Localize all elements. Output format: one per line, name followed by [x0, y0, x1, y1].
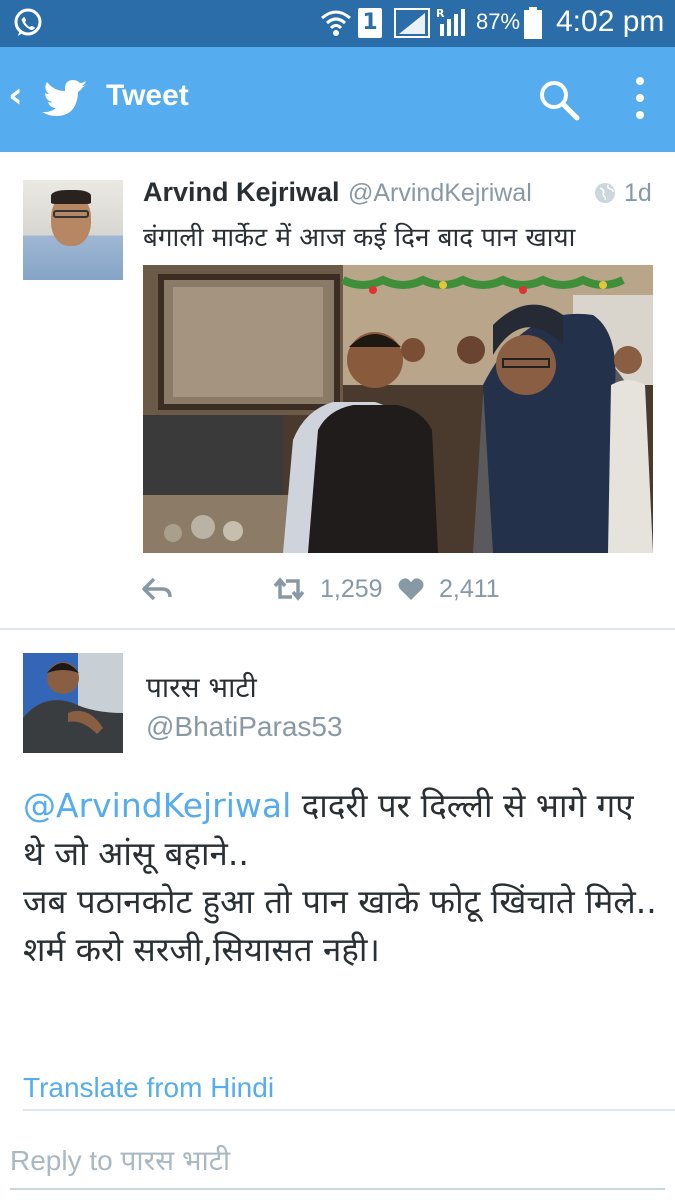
clock: 4:02 pm — [556, 5, 665, 38]
wifi-icon — [321, 10, 351, 36]
whatsapp-icon — [14, 8, 42, 36]
like-count: 2,411 — [439, 575, 500, 603]
translate-link[interactable]: Translate from Hindi — [23, 1072, 274, 1104]
tweet-author-handle[interactable]: @ArvindKejriwal — [348, 179, 532, 208]
tweet-timestamp: 1d — [624, 179, 652, 207]
app-bar: ‹ Tweet — [0, 47, 675, 152]
reply-underline — [10, 1188, 665, 1190]
globe-icon — [595, 183, 615, 203]
reply-line-2: जब पठानकोट हुआ तो पान खाके फोटू खिंचाते … — [23, 882, 657, 921]
retweet-icon[interactable] — [272, 577, 306, 601]
back-button[interactable]: ‹ — [8, 75, 23, 116]
tweet-photo[interactable] — [143, 265, 653, 553]
retweet-count: 1,259 — [320, 575, 383, 603]
tweet-author-name[interactable]: Arvind Kejriwal — [143, 177, 340, 208]
battery-percent: 87% — [476, 9, 521, 34]
twitter-bird-icon[interactable] — [42, 79, 90, 119]
reply-author-handle[interactable]: @BhatiParas53 — [146, 711, 343, 743]
search-icon[interactable] — [538, 79, 580, 121]
status-bar: 1 R 87% 4:02 pm — [0, 0, 675, 47]
signal-icon — [394, 8, 430, 38]
reply-author-name[interactable]: पारस भाटी — [146, 668, 257, 706]
avatar[interactable] — [23, 180, 123, 280]
svg-text:R: R — [436, 7, 445, 20]
mention-link[interactable]: @ArvindKejriwal — [23, 786, 291, 825]
reply-tweet-text: @ArvindKejriwal दादरी पर दिल्ली से भागे … — [23, 782, 663, 974]
divider — [0, 628, 675, 630]
battery-icon — [524, 7, 542, 39]
sim-icon: 1 — [358, 8, 382, 38]
reply-placeholder: Reply to पारस भाटी — [10, 1145, 231, 1176]
page-title: Tweet — [106, 79, 189, 112]
reply-line-3: शर्म करो सरजी,सियासत नही। — [23, 930, 380, 969]
like-icon[interactable] — [398, 577, 424, 601]
reply-input[interactable]: Reply to पारस भाटी — [0, 1133, 675, 1190]
reply-icon[interactable] — [142, 577, 172, 601]
overflow-menu-icon[interactable] — [630, 77, 650, 125]
divider — [23, 1109, 675, 1111]
tweet-text: बंगाली मार्केट में आज कई दिन बाद पान खाय… — [143, 223, 576, 253]
roaming-signal-icon: R — [436, 7, 465, 36]
reply-author-avatar[interactable] — [23, 653, 123, 753]
